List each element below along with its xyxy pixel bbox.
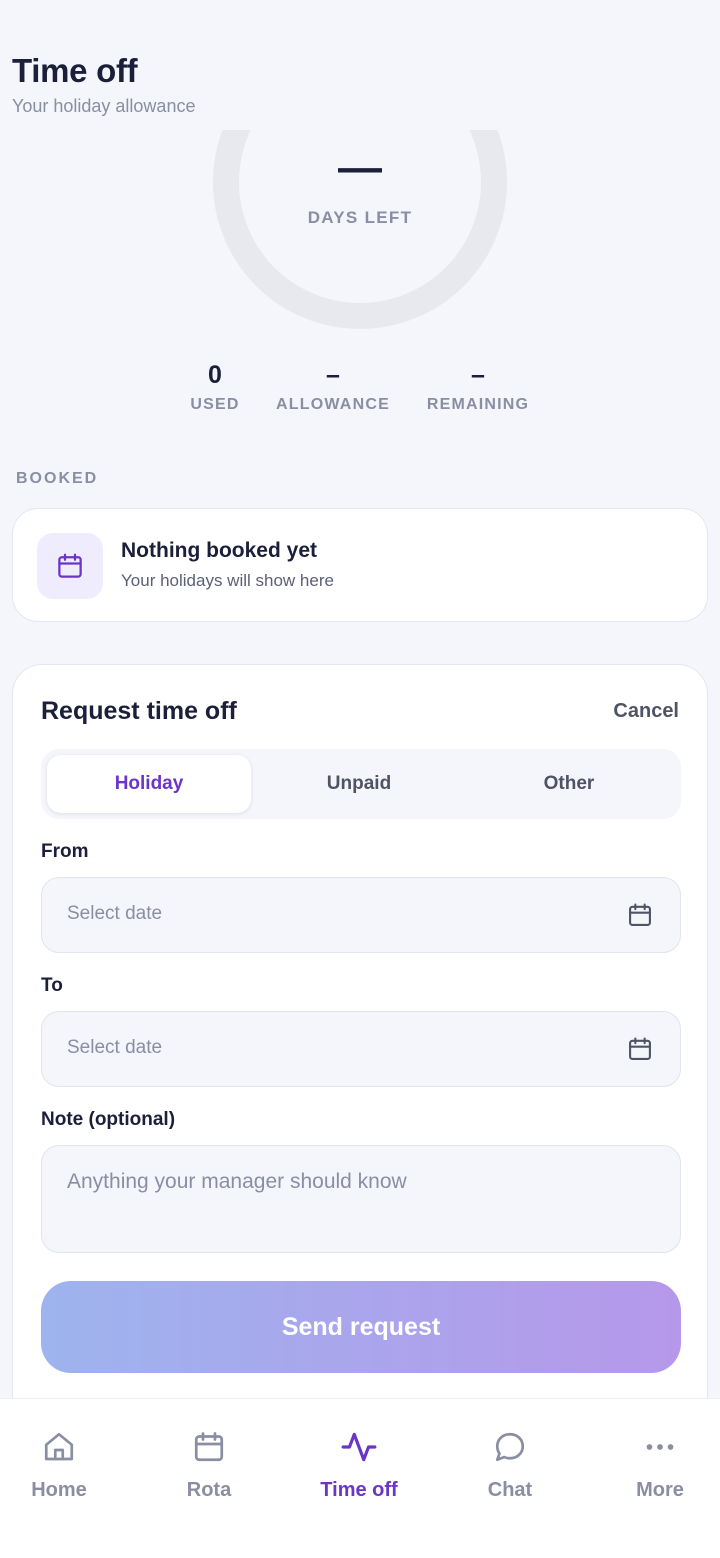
more-dots-icon bbox=[588, 1427, 720, 1467]
days-left-value: — bbox=[338, 143, 382, 192]
to-label: To bbox=[41, 975, 63, 996]
home-icon bbox=[0, 1427, 131, 1467]
empty-subtitle: Your holidays will show here bbox=[121, 571, 334, 590]
note-label: Note (optional) bbox=[41, 1109, 176, 1130]
tab-label: Home bbox=[31, 1479, 87, 1501]
stat-allowance: – ALLOWANCE bbox=[268, 358, 398, 414]
calendar-icon[interactable] bbox=[626, 901, 654, 934]
cancel-button[interactable]: Cancel bbox=[613, 700, 679, 723]
calendar-icon[interactable] bbox=[626, 1035, 654, 1068]
stat-value: 0 bbox=[208, 361, 222, 389]
booked-section-label: BOOKED bbox=[16, 470, 99, 487]
to-date-placeholder: Select date bbox=[67, 1037, 163, 1058]
calendar-icon bbox=[37, 533, 103, 599]
tab-label: Rota bbox=[186, 1479, 232, 1501]
chat-bubble-icon bbox=[438, 1427, 582, 1467]
leave-type-unpaid[interactable]: Unpaid bbox=[257, 755, 461, 813]
stat-label: REMAINING bbox=[426, 396, 530, 413]
booked-empty-card: Nothing booked yet Your holidays will sh… bbox=[12, 508, 708, 622]
calendar-icon bbox=[137, 1427, 281, 1467]
days-left-label: DAYS LEFT bbox=[307, 208, 413, 227]
page-header: Time off Your holiday allowance bbox=[12, 52, 195, 117]
ring-center: — DAYS LEFT bbox=[212, 140, 508, 228]
stat-used: 0 USED bbox=[165, 358, 265, 414]
stat-value: – bbox=[471, 361, 485, 389]
page-title: Time off bbox=[12, 52, 138, 89]
tab-time-off[interactable]: Time off bbox=[287, 1427, 431, 1502]
tab-home[interactable]: Home bbox=[0, 1427, 131, 1502]
stat-value: – bbox=[326, 361, 340, 389]
from-date-field[interactable]: Select date bbox=[41, 877, 681, 953]
stat-remaining: – REMAINING bbox=[418, 358, 538, 414]
tab-label: Time off bbox=[320, 1479, 398, 1501]
leave-type-other[interactable]: Other bbox=[467, 755, 671, 813]
tab-label: Chat bbox=[487, 1479, 533, 1501]
leave-type-selector: Holiday Unpaid Other bbox=[41, 749, 681, 819]
tab-label: More bbox=[636, 1479, 684, 1501]
tab-rota[interactable]: Rota bbox=[137, 1427, 281, 1502]
send-request-button[interactable]: Send request bbox=[41, 1281, 681, 1373]
tab-more[interactable]: More bbox=[588, 1427, 720, 1502]
from-label: From bbox=[41, 841, 89, 862]
note-placeholder: Anything your manager should know bbox=[67, 1170, 407, 1193]
stat-label: USED bbox=[190, 396, 240, 413]
request-time-off-card: Request time off Cancel Holiday Unpaid O… bbox=[12, 664, 708, 1424]
page-subtitle: Your holiday allowance bbox=[12, 96, 196, 116]
request-title: Request time off bbox=[41, 697, 237, 725]
stat-label: ALLOWANCE bbox=[276, 396, 390, 413]
time-off-screen: Time off Your holiday allowance — DAYS L… bbox=[0, 0, 720, 1558]
bottom-tab-bar: Home Rota Time off Chat More bbox=[0, 1398, 720, 1558]
pulse-icon bbox=[287, 1427, 431, 1467]
tab-chat[interactable]: Chat bbox=[438, 1427, 582, 1502]
leave-type-holiday[interactable]: Holiday bbox=[47, 755, 251, 813]
to-date-field[interactable]: Select date bbox=[41, 1011, 681, 1087]
note-textarea[interactable]: Anything your manager should know bbox=[41, 1145, 681, 1253]
empty-title: Nothing booked yet bbox=[121, 539, 317, 562]
from-date-placeholder: Select date bbox=[67, 903, 163, 924]
